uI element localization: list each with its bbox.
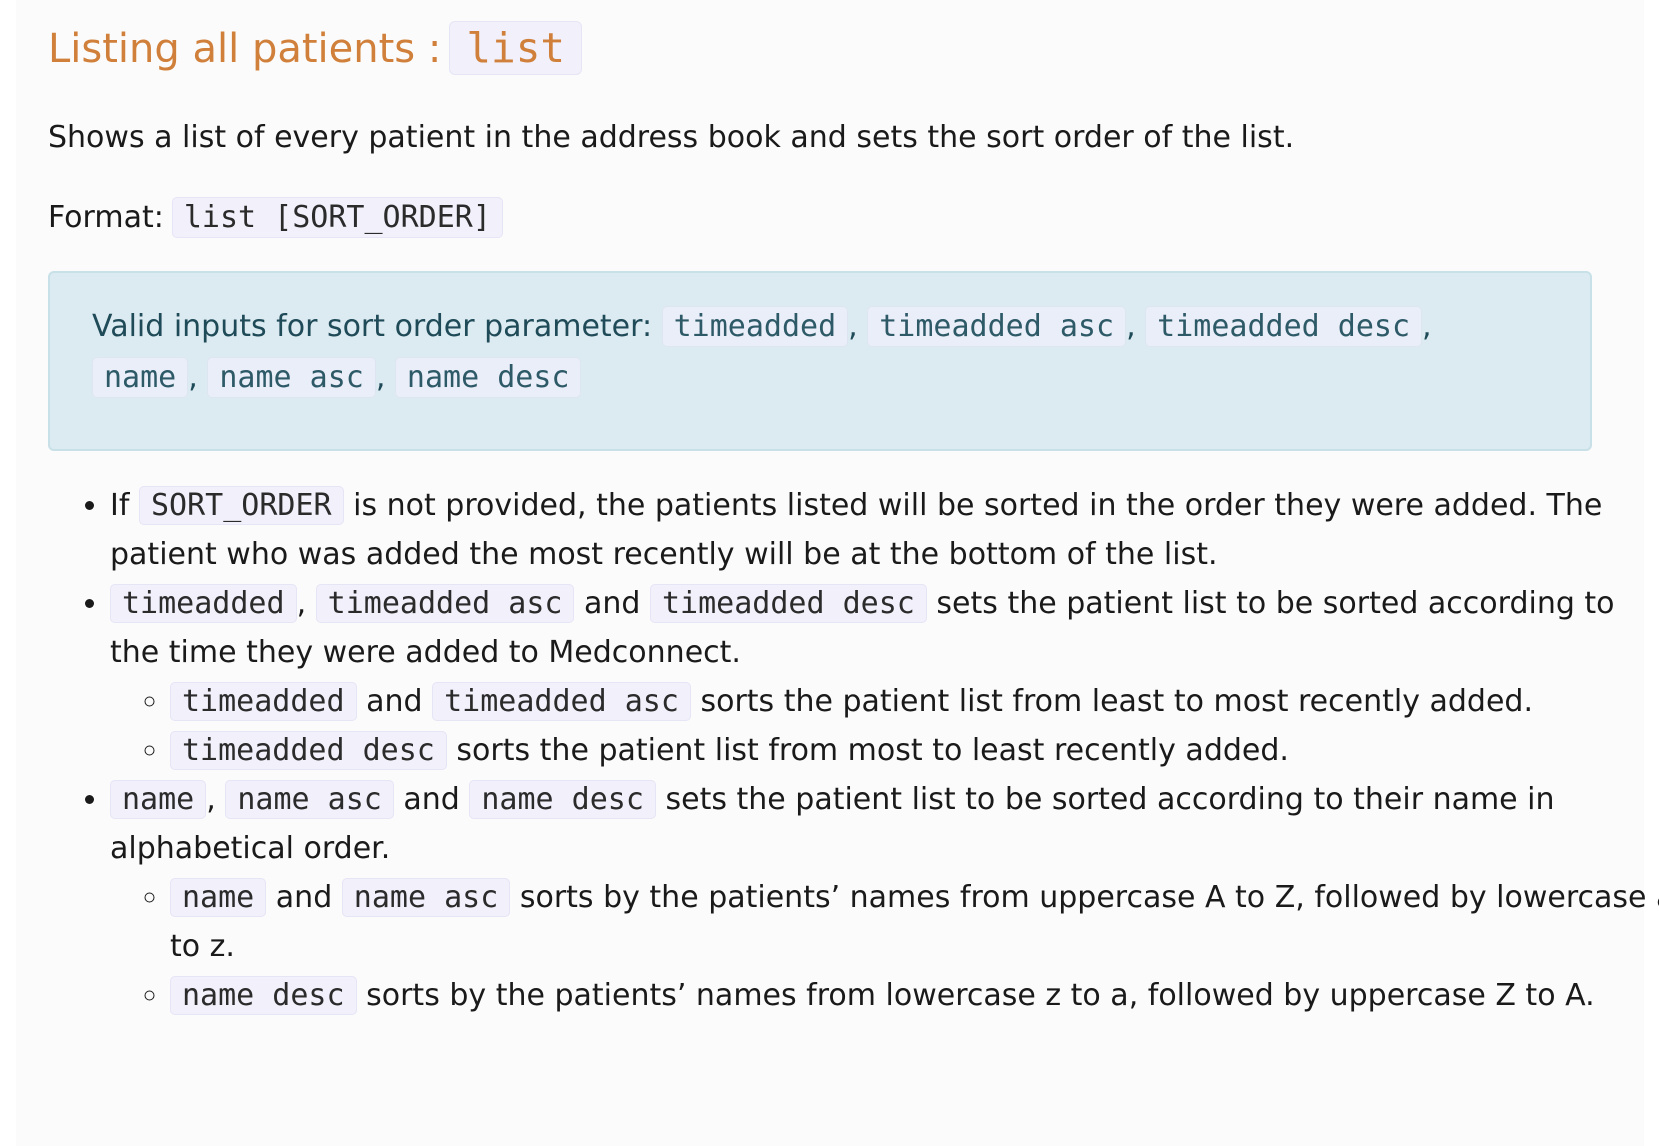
bullet-text: sorts by the patients’ names from lowerc… xyxy=(366,978,1595,1013)
info-callout: Valid inputs for sort order parameter: t… xyxy=(48,271,1592,451)
timeadded-sublist: timeadded and timeadded asc sorts the pa… xyxy=(110,677,1659,775)
name-asc-code: name asc xyxy=(341,878,511,917)
sublist-item: name desc sorts by the patients’ names f… xyxy=(170,971,1659,1020)
timeadded-code: timeadded xyxy=(110,584,297,623)
name-code: name xyxy=(110,780,207,819)
list-item-timeadded: timeadded, timeadded asc and timeadded d… xyxy=(110,579,1640,775)
name-desc-code: name desc xyxy=(469,780,656,819)
note-option-code: name asc xyxy=(207,357,376,398)
bullet-text: If xyxy=(110,488,130,523)
document-content: Listing all patients : list Shows a list … xyxy=(48,20,1659,1020)
timeadded-asc-code: timeadded asc xyxy=(315,584,575,623)
timeadded-desc-code: timeadded desc xyxy=(650,584,927,623)
bullet-text: and xyxy=(366,684,423,719)
document-page: Listing all patients : list Shows a list … xyxy=(16,0,1659,1146)
name-desc-code: name desc xyxy=(170,976,357,1015)
note-option-code: name xyxy=(92,357,189,398)
list-item-name: name, name asc and name desc sets the pa… xyxy=(110,775,1659,1020)
section-heading: Listing all patients : list xyxy=(48,20,1638,77)
timeadded-asc-code: timeadded asc xyxy=(432,682,691,721)
note-option-code: timeadded desc xyxy=(1145,306,1423,347)
heading-command-code: list xyxy=(449,21,583,75)
format-syntax-code: list [SORT_ORDER] xyxy=(171,197,503,238)
note-option-code: name desc xyxy=(394,357,582,398)
note-option-code: timeadded xyxy=(661,306,849,347)
sort-order-code: SORT_ORDER xyxy=(138,486,344,525)
note-label: Valid inputs for sort order parameter: xyxy=(92,309,653,344)
bullet-text: and xyxy=(403,782,460,817)
bullet-text: and xyxy=(275,880,333,915)
name-asc-code: name asc xyxy=(225,780,394,819)
sublist-item: name and name asc sorts by the patients’… xyxy=(170,873,1659,971)
timeadded-code: timeadded xyxy=(170,682,357,721)
bullet-text: sorts the patient list from most to leas… xyxy=(456,733,1289,768)
command-description: Shows a list of every patient in the add… xyxy=(48,120,1295,155)
name-code: name xyxy=(170,878,267,917)
bullet-text: and xyxy=(584,586,641,621)
timeadded-desc-code: timeadded desc xyxy=(170,731,447,770)
details-list: If SORT_ORDER is not provided, the patie… xyxy=(48,481,1659,1020)
bullet-text: sorts the patient list from least to mos… xyxy=(700,684,1533,719)
sublist-item: timeadded and timeadded asc sorts the pa… xyxy=(170,677,1659,726)
heading-text: Listing all patients : xyxy=(48,26,442,72)
format-line: Format: list [SORT_ORDER] xyxy=(48,197,1638,239)
name-sublist: name and name asc sorts by the patients’… xyxy=(110,873,1659,1020)
format-label: Format: xyxy=(48,200,164,235)
sublist-item: timeadded desc sorts the patient list fr… xyxy=(170,726,1659,775)
note-option-code: timeadded asc xyxy=(867,306,1127,347)
list-item-default-order: If SORT_ORDER is not provided, the patie… xyxy=(110,481,1640,579)
